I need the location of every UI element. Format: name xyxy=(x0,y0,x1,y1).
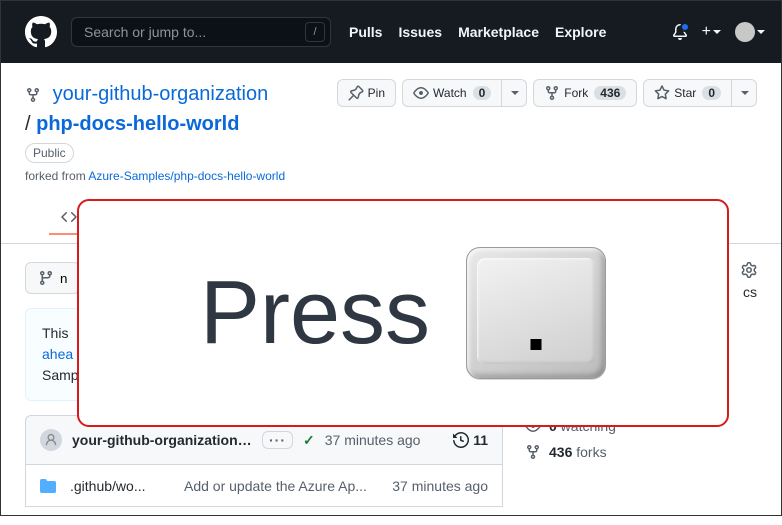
chevron-down-icon xyxy=(741,91,749,95)
repo-forked-icon xyxy=(25,87,41,103)
fork-count: 436 xyxy=(594,86,626,100)
code-icon xyxy=(61,209,77,225)
search-slash-hint: / xyxy=(305,22,325,42)
fork-button[interactable]: Fork 436 xyxy=(533,79,637,107)
notification-dot xyxy=(680,22,690,32)
watch-button[interactable]: Watch 0 xyxy=(402,79,502,107)
folder-icon xyxy=(40,478,56,494)
nav-marketplace[interactable]: Marketplace xyxy=(458,24,539,40)
repo-actions: Pin Watch 0 Fork 436 Star 0 xyxy=(337,79,757,107)
watch-count: 0 xyxy=(473,86,492,100)
search-wrap: / xyxy=(71,17,331,47)
pin-button[interactable]: Pin xyxy=(337,79,396,107)
overlay-text: Press xyxy=(200,262,430,365)
forks-stat[interactable]: 436 forks xyxy=(525,444,757,460)
visibility-badge: Public xyxy=(25,143,74,163)
keyboard-key xyxy=(466,247,606,379)
commit-message-expand[interactable]: ··· xyxy=(262,431,293,449)
avatar xyxy=(40,429,62,451)
forked-from: forked from Azure-Samples/php-docs-hello… xyxy=(25,169,285,183)
star-count: 0 xyxy=(702,86,721,100)
github-logo[interactable] xyxy=(25,16,57,48)
nav-pulls[interactable]: Pulls xyxy=(349,24,382,40)
eye-icon xyxy=(413,85,429,101)
avatar xyxy=(735,22,755,42)
person-icon xyxy=(44,433,58,447)
star-button[interactable]: Star 0 xyxy=(643,79,732,107)
file-row[interactable]: .github/wo... Add or update the Azure Ap… xyxy=(25,465,503,507)
git-branch-icon xyxy=(38,270,54,286)
notifications-button[interactable] xyxy=(672,24,688,40)
about-settings-button[interactable] xyxy=(741,262,757,278)
star-menu-button[interactable] xyxy=(731,79,757,107)
repo-title: your-github-organization / php-docs-hell… xyxy=(25,79,285,139)
nav-issues[interactable]: Issues xyxy=(398,24,442,40)
period-key-icon xyxy=(531,339,542,350)
chevron-down-icon xyxy=(511,91,519,95)
nav-links: Pulls Issues Marketplace Explore xyxy=(349,24,606,40)
check-icon[interactable]: ✓ xyxy=(303,432,315,449)
chevron-down-icon xyxy=(757,30,765,34)
file-commit-message[interactable]: Add or update the Azure Ap... xyxy=(184,478,378,494)
nav-explore[interactable]: Explore xyxy=(555,24,606,40)
history-icon xyxy=(453,432,469,448)
repo-forked-icon xyxy=(525,444,541,460)
forked-from-link[interactable]: Azure-Samples/php-docs-hello-world xyxy=(88,169,285,183)
press-key-overlay: Press xyxy=(77,199,729,427)
file-time: 37 minutes ago xyxy=(392,478,488,494)
history-button[interactable]: 11 xyxy=(453,432,488,448)
watch-menu-button[interactable] xyxy=(501,79,527,107)
branch-select-button[interactable]: n xyxy=(25,262,80,294)
gear-icon xyxy=(741,262,757,278)
chevron-down-icon xyxy=(713,30,721,34)
mark-github-icon xyxy=(25,16,57,48)
file-name[interactable]: .github/wo... xyxy=(70,478,170,494)
repo-org-link[interactable]: your-github-organization xyxy=(53,83,269,105)
compare-link[interactable]: ahea xyxy=(42,346,73,362)
header-right: + xyxy=(672,22,765,42)
global-header: / Pulls Issues Marketplace Explore + xyxy=(1,1,781,63)
repo-separator: / xyxy=(25,113,31,135)
pin-icon xyxy=(348,85,364,101)
create-new-button[interactable]: + xyxy=(702,23,721,41)
repo-name-link[interactable]: php-docs-hello-world xyxy=(36,113,239,135)
repo-forked-icon xyxy=(544,85,560,101)
commit-time: 37 minutes ago xyxy=(325,432,421,448)
commit-author[interactable]: your-github-organization A... xyxy=(72,432,252,448)
search-input[interactable] xyxy=(71,17,331,47)
star-icon xyxy=(654,85,670,101)
user-menu-button[interactable] xyxy=(735,22,765,42)
plus-icon: + xyxy=(702,23,711,41)
